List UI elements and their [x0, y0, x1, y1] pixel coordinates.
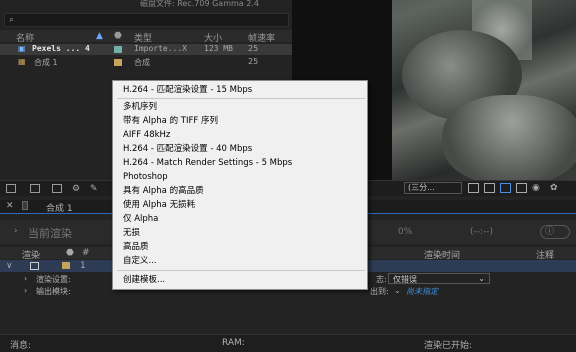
- menu-item-aiff[interactable]: AIFF 48kHz: [123, 129, 170, 141]
- mask-visibility-icon[interactable]: [500, 183, 511, 193]
- column-fps[interactable]: 帧速率: [248, 31, 275, 44]
- label-icon[interactable]: ⬣: [66, 248, 74, 258]
- menu-item-alpha-only[interactable]: 仅 Alpha: [123, 213, 158, 225]
- info-button[interactable]: ⓘ: [540, 225, 570, 239]
- message-label: 消息:: [10, 341, 32, 351]
- label-swatch[interactable]: [114, 59, 122, 66]
- pen-icon[interactable]: ✎: [90, 184, 100, 194]
- expand-icon[interactable]: ›: [14, 226, 18, 236]
- transparency-grid-icon[interactable]: [484, 183, 495, 193]
- menu-item-high-quality[interactable]: 高品质: [123, 241, 149, 253]
- new-folder-icon[interactable]: [30, 184, 40, 193]
- collapse-icon[interactable]: ∨: [6, 261, 13, 271]
- item-type: Importe...X: [134, 44, 187, 53]
- tab-lock-icon: [22, 201, 28, 210]
- rock-image: [442, 95, 576, 180]
- menu-item-custom[interactable]: 自定义...: [123, 255, 157, 267]
- channel-icon[interactable]: ✿: [550, 183, 561, 193]
- comp-tab-label: 合成 1: [46, 204, 73, 214]
- output-module-template-menu: H.264 - 匹配渲染设置 - 15 Mbps 多机序列 带有 Alpha 的…: [112, 80, 368, 290]
- output-dropdown-icon[interactable]: ⌄: [394, 286, 401, 295]
- menu-separator: [117, 98, 365, 99]
- resolution-select[interactable]: (三分...: [404, 182, 462, 194]
- output-to-label: 出到:: [370, 287, 389, 296]
- log-select-value: 仅错误: [393, 275, 417, 284]
- log-label: 志:: [376, 275, 387, 284]
- column-type[interactable]: 类型: [134, 31, 152, 44]
- menu-item-h264-40mbps[interactable]: H.264 - 匹配渲染设置 - 40 Mbps: [123, 143, 252, 155]
- item-name: Pexels ... 4: [32, 44, 90, 53]
- expand-icon[interactable]: ›: [24, 274, 27, 283]
- item-fps: 25: [248, 44, 259, 53]
- footage-icon: ▣: [18, 44, 26, 53]
- settings-icon[interactable]: ⚙: [72, 184, 82, 194]
- item-number: 1: [80, 261, 86, 271]
- menu-item-multicam[interactable]: 多机序列: [123, 101, 157, 113]
- project-item-row[interactable]: ▣ Pexels ... 4 Importe...X 123 MB 25: [0, 44, 292, 55]
- project-item-row[interactable]: ▦ 合成 1 合成 25: [0, 57, 292, 68]
- menu-item-lossless[interactable]: 无损: [123, 227, 140, 239]
- project-header-info: 磁盘文件: Rec.709 Gamma 2.4: [140, 0, 259, 8]
- 3d-view-icon[interactable]: [516, 183, 527, 193]
- menu-item-high-quality-alpha[interactable]: 具有 Alpha 的高品质: [123, 185, 204, 197]
- log-select[interactable]: 仅错误 ⌄: [388, 273, 490, 284]
- label-swatch[interactable]: [114, 46, 122, 53]
- output-module-label: 输出模块:: [36, 287, 71, 296]
- render-settings-label: 渲染设置:: [36, 275, 71, 284]
- item-fps: 25: [248, 57, 259, 66]
- search-icon: ⌕: [9, 15, 15, 25]
- column-size[interactable]: 大小: [204, 31, 222, 44]
- menu-item-lossless-alpha[interactable]: 使用 Alpha 无损耗: [123, 199, 195, 211]
- item-type: 合成: [134, 58, 150, 67]
- current-render-label: 当前渲染: [28, 227, 72, 240]
- label-swatch[interactable]: [62, 262, 70, 269]
- column-name[interactable]: 名称: [16, 31, 34, 44]
- column-number[interactable]: #: [82, 248, 90, 258]
- sort-icon[interactable]: ▲: [96, 31, 103, 41]
- menu-item-photoshop[interactable]: Photoshop: [123, 171, 168, 183]
- project-search-input[interactable]: ⌕: [4, 13, 289, 27]
- chevron-down-icon: ⌄: [478, 274, 485, 283]
- label-icon[interactable]: ⬣: [114, 31, 122, 41]
- close-icon[interactable]: ✕: [6, 201, 14, 211]
- progress-percent: 0%: [398, 227, 413, 237]
- eta-label: (--:--): [470, 227, 494, 237]
- output-to-link[interactable]: 尚未指定: [406, 286, 438, 297]
- render-started-label: 渲染已开始:: [424, 341, 473, 351]
- menu-separator: [117, 270, 365, 271]
- menu-item-h264-15mbps[interactable]: H.264 - 匹配渲染设置 - 15 Mbps: [123, 84, 252, 96]
- composition-icon: ▦: [18, 57, 26, 66]
- interpret-footage-icon[interactable]: [6, 184, 16, 193]
- ram-label: RAM:: [222, 338, 245, 348]
- menu-item-create-template[interactable]: 创建模板...: [123, 274, 165, 286]
- status-bar: 消息: RAM: 渲染已开始:: [0, 334, 576, 352]
- menu-item-tiff-alpha[interactable]: 带有 Alpha 的 TIFF 序列: [123, 115, 218, 127]
- menu-item-h264-5mbps[interactable]: H.264 - Match Render Settings - 5 Mbps: [123, 157, 292, 169]
- camera-icon[interactable]: ◉: [532, 183, 543, 193]
- project-columns: 名称 ▲ ⬣ 类型 大小 帧速率: [0, 30, 292, 44]
- expand-icon[interactable]: ›: [24, 286, 27, 295]
- region-of-interest-icon[interactable]: [468, 183, 479, 193]
- item-size: 123 MB: [204, 44, 233, 53]
- render-checkbox[interactable]: [30, 262, 39, 270]
- new-composition-icon[interactable]: [52, 184, 62, 193]
- item-name: 合成 1: [34, 58, 58, 67]
